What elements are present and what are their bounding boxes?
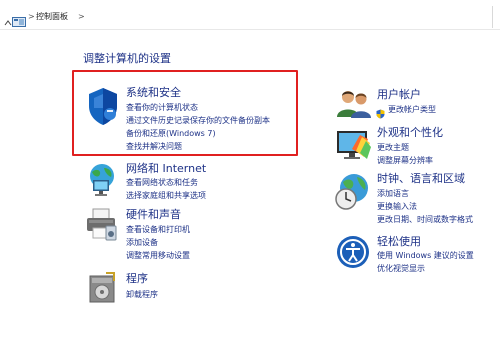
link-recommended-settings[interactable]: 使用 Windows 建议的设置 xyxy=(377,250,474,261)
category-clock-region-title[interactable]: 时钟、语言和区域 xyxy=(377,172,465,185)
link-change-theme[interactable]: 更改主题 xyxy=(377,142,409,153)
address-bar-end xyxy=(492,6,500,28)
link-homegroup[interactable]: 选择家庭组和共享选项 xyxy=(126,190,206,201)
link-uninstall-program[interactable]: 卸载程序 xyxy=(126,289,158,300)
link-mobility-settings[interactable]: 调整常用移动设置 xyxy=(126,250,190,261)
control-panel-icon xyxy=(12,12,26,27)
uac-shield-icon xyxy=(376,104,385,123)
clock-globe-icon[interactable] xyxy=(334,172,372,216)
category-appearance-title[interactable]: 外观和个性化 xyxy=(377,126,443,139)
link-network-status[interactable]: 查看网络状态和任务 xyxy=(126,177,198,188)
category-hardware-title[interactable]: 硬件和声音 xyxy=(126,208,181,221)
link-add-language[interactable]: 添加语言 xyxy=(377,188,409,199)
page-title: 调整计算机的设置 xyxy=(83,52,171,65)
category-network-title[interactable]: 网络和 Internet xyxy=(126,162,206,175)
link-change-account-type[interactable]: 更改帐户类型 xyxy=(388,104,436,115)
link-date-time-format[interactable]: 更改日期、时间或数字格式 xyxy=(377,214,473,225)
category-ease-of-access-title[interactable]: 轻松使用 xyxy=(377,235,421,248)
category-users-title[interactable]: 用户帐户 xyxy=(377,88,421,101)
network-globe-icon[interactable] xyxy=(83,162,121,202)
link-change-input-method[interactable]: 更换输入法 xyxy=(377,201,417,212)
category-programs-title[interactable]: 程序 xyxy=(126,272,148,285)
link-devices-printers[interactable]: 查看设备和打印机 xyxy=(126,224,190,235)
breadcrumb-control-panel[interactable]: 控制面板 xyxy=(36,12,68,22)
appearance-icon[interactable] xyxy=(334,127,372,167)
breadcrumb-separator[interactable]: > xyxy=(78,12,85,22)
link-add-device[interactable]: 添加设备 xyxy=(126,237,158,248)
highlight-box xyxy=(72,70,298,156)
users-icon[interactable] xyxy=(336,87,372,123)
link-screen-resolution[interactable]: 调整屏幕分辨率 xyxy=(377,155,433,166)
link-optimize-display[interactable]: 优化视觉显示 xyxy=(377,263,425,274)
address-bar: > 控制面板 > xyxy=(0,0,500,30)
breadcrumb-separator: > xyxy=(28,12,35,21)
printer-icon[interactable] xyxy=(84,206,120,246)
up-arrow-icon[interactable] xyxy=(4,12,12,26)
programs-disc-icon[interactable] xyxy=(86,270,120,308)
ease-of-access-icon[interactable] xyxy=(335,234,371,274)
